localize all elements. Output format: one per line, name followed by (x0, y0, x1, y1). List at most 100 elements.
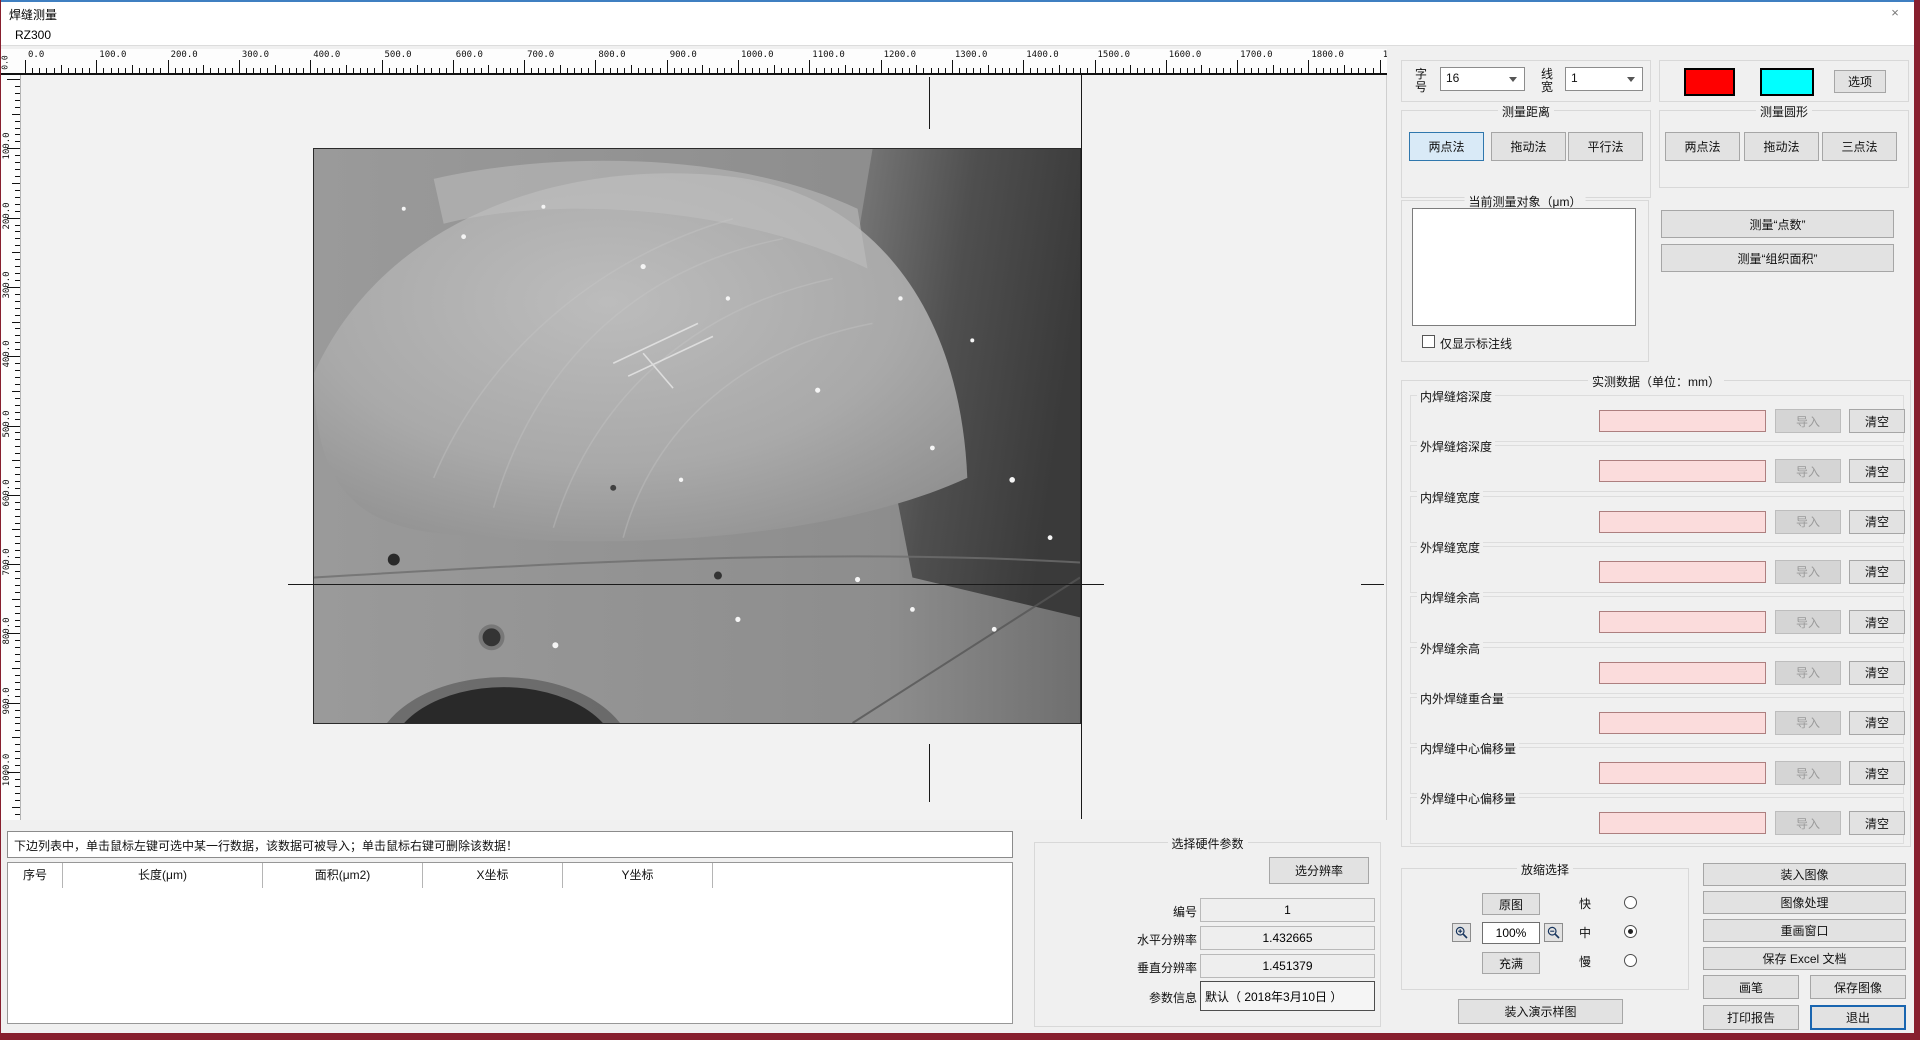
device-id-field[interactable] (1200, 898, 1375, 922)
zoom-in-icon (1455, 926, 1468, 939)
redraw-window-button[interactable]: 重画窗口 (1703, 919, 1906, 942)
window-title: 焊缝测量 (9, 6, 57, 23)
import-button[interactable]: 导入 (1775, 761, 1841, 785)
pen-button[interactable]: 画笔 (1703, 975, 1799, 999)
clear-button[interactable]: 清空 (1849, 661, 1905, 685)
measured-value-field[interactable] (1599, 561, 1766, 583)
secondary-color-swatch[interactable] (1760, 68, 1814, 96)
page-boundary-line (1081, 75, 1082, 819)
clear-button[interactable]: 清空 (1849, 610, 1905, 634)
show-annotation-checkbox[interactable] (1422, 335, 1435, 348)
method-button-2[interactable]: 拖动法 (1491, 132, 1566, 161)
measure-points-button[interactable]: 测量“点数” (1661, 210, 1894, 238)
font-size-select[interactable]: 16 (1440, 67, 1525, 91)
measured-value-field[interactable] (1599, 511, 1766, 533)
results-table[interactable]: 序号长度(μm)面积(μm2)X坐标Y坐标 (7, 862, 1013, 1024)
param-info-label: 参数信息 (1107, 989, 1197, 1006)
v-resolution-field[interactable] (1200, 954, 1375, 978)
ruler-v-label: 900.0 (2, 678, 12, 724)
print-report-button[interactable]: 打印报告 (1703, 1005, 1799, 1030)
clear-button[interactable]: 清空 (1849, 560, 1905, 584)
primary-color-swatch[interactable] (1684, 68, 1735, 96)
speed-label-2: 中 (1579, 924, 1591, 941)
import-button[interactable]: 导入 (1775, 711, 1841, 735)
measured-value-field[interactable] (1599, 662, 1766, 684)
image-canvas[interactable] (21, 75, 1387, 820)
table-header-5[interactable]: Y坐标 (563, 863, 713, 888)
save-excel-button[interactable]: 保存 Excel 文档 (1703, 947, 1906, 970)
measure-area-button[interactable]: 测量“组织面积” (1661, 244, 1894, 272)
import-button[interactable]: 导入 (1775, 459, 1841, 483)
line-width-select[interactable]: 1 (1565, 67, 1643, 91)
clear-button[interactable]: 清空 (1849, 761, 1905, 785)
zoom-out-button[interactable] (1544, 923, 1563, 942)
zoom-in-button[interactable] (1452, 923, 1471, 942)
ruler-v-label: 700.0 (2, 539, 12, 585)
method-button-3[interactable]: 平行法 (1568, 132, 1643, 161)
import-button[interactable]: 导入 (1775, 661, 1841, 685)
import-button[interactable]: 导入 (1775, 610, 1841, 634)
chevron-down-icon[interactable] (1509, 77, 1517, 82)
zoom-percent-field[interactable] (1482, 922, 1540, 944)
measured-value-field[interactable] (1599, 712, 1766, 734)
method-button-2[interactable]: 拖动法 (1744, 132, 1819, 161)
fit-button[interactable]: 充满 (1482, 952, 1540, 974)
load-image-button[interactable]: 装入图像 (1703, 863, 1906, 886)
method-button-1[interactable]: 两点法 (1665, 132, 1740, 161)
clear-button[interactable]: 清空 (1849, 811, 1905, 835)
ruler-h-label: 400.0 (313, 50, 340, 60)
original-size-button[interactable]: 原图 (1482, 893, 1540, 915)
exit-button[interactable]: 退出 (1810, 1005, 1906, 1030)
clear-button[interactable]: 清空 (1849, 409, 1905, 433)
speed-radio-2[interactable] (1624, 925, 1637, 938)
clear-button[interactable]: 清空 (1849, 711, 1905, 735)
title-bar: 焊缝测量 × (1, 2, 1914, 24)
method-button-3[interactable]: 三点法 (1822, 132, 1897, 161)
weld-image[interactable] (313, 148, 1081, 724)
close-icon[interactable]: × (1882, 4, 1908, 22)
clear-button[interactable]: 清空 (1849, 459, 1905, 483)
speed-radio-1[interactable] (1624, 896, 1637, 909)
measured-value-field[interactable] (1599, 611, 1766, 633)
line-width-label: 线宽 (1540, 68, 1554, 94)
measured-row-label: 内焊缝中心偏移量 (1417, 740, 1519, 757)
menu-item-rz300[interactable]: RZ300 (7, 26, 59, 44)
options-button[interactable]: 选项 (1834, 70, 1886, 93)
measure-circle-group: 测量圆形 两点法拖动法三点法 (1659, 110, 1909, 188)
current-object-listbox[interactable] (1412, 208, 1636, 326)
load-demo-button[interactable]: 装入演示样图 (1458, 999, 1623, 1024)
table-header-3[interactable]: 面积(μm2) (263, 863, 423, 888)
h-resolution-label: 水平分辨率 (1107, 931, 1197, 948)
ruler-h-label: 800.0 (598, 50, 625, 60)
h-resolution-field[interactable] (1200, 926, 1375, 950)
measured-data-title: 实测数据（单位：mm） (1588, 373, 1724, 390)
import-button[interactable]: 导入 (1775, 510, 1841, 534)
ruler-h-label: 1900.0 (1383, 50, 1387, 60)
measured-value-field[interactable] (1599, 762, 1766, 784)
desktop-edge (0, 1033, 1920, 1040)
ruler-v-label: 300.0 (2, 262, 12, 308)
table-header-4[interactable]: X坐标 (423, 863, 563, 888)
measured-row-label: 外焊缝中心偏移量 (1417, 790, 1519, 807)
import-button[interactable]: 导入 (1775, 811, 1841, 835)
import-button[interactable]: 导入 (1775, 560, 1841, 584)
clear-button[interactable]: 清空 (1849, 510, 1905, 534)
ruler-v-label: 800.0 (2, 608, 12, 654)
measured-value-field[interactable] (1599, 410, 1766, 432)
measured-value-field[interactable] (1599, 812, 1766, 834)
process-image-button[interactable]: 图像处理 (1703, 891, 1906, 914)
save-image-button[interactable]: 保存图像 (1810, 975, 1906, 999)
chevron-down-icon[interactable] (1627, 77, 1635, 82)
param-info-field[interactable] (1200, 981, 1375, 1011)
measured-value-field[interactable] (1599, 460, 1766, 482)
speed-radio-3[interactable] (1624, 954, 1637, 967)
import-button[interactable]: 导入 (1775, 409, 1841, 433)
ruler-h-label: 900.0 (670, 50, 697, 60)
select-resolution-button[interactable]: 选分辨率 (1269, 857, 1369, 884)
table-header-2[interactable]: 长度(μm) (63, 863, 263, 888)
measured-row-label: 外焊缝宽度 (1417, 539, 1483, 556)
table-header-1[interactable]: 序号 (8, 863, 63, 888)
method-button-1[interactable]: 两点法 (1409, 132, 1484, 161)
ruler-v-label: 600.0 (2, 470, 12, 516)
measured-row: 内外焊缝重合量导入清空 (1410, 697, 1904, 744)
